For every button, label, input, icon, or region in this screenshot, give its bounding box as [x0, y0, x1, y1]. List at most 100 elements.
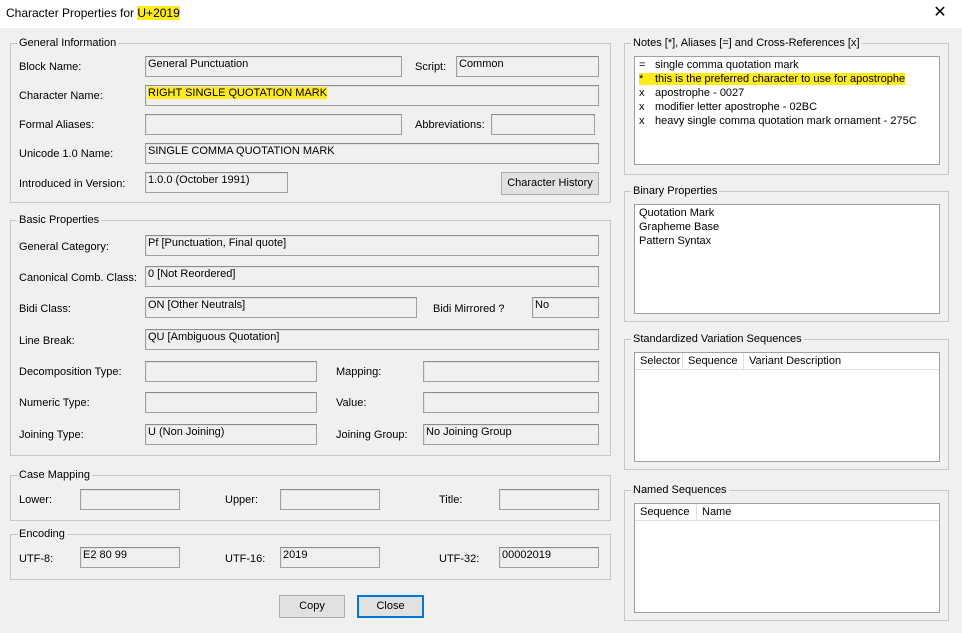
- named-sequences-group: Named Sequences Sequence Name: [624, 484, 949, 621]
- canonical-class-field[interactable]: 0 [Not Reordered]: [145, 266, 599, 287]
- note-text: single comma quotation mark: [655, 59, 799, 71]
- close-button[interactable]: Close: [357, 595, 424, 618]
- list-item[interactable]: Grapheme Base: [639, 221, 719, 233]
- note-text: this is the preferred character to use f…: [655, 73, 906, 85]
- character-name-value: RIGHT SINGLE QUOTATION MARK: [148, 87, 328, 99]
- svs-list[interactable]: Selector Sequence Variant Description: [634, 352, 940, 462]
- lower-label: Lower:: [19, 494, 53, 506]
- list-item[interactable]: Quotation Mark: [639, 207, 714, 219]
- note-item[interactable]: = single comma quotation mark: [639, 59, 799, 71]
- utf32-field[interactable]: 00002019: [499, 547, 599, 568]
- bidi-mirrored-label: Bidi Mirrored ?: [433, 303, 505, 315]
- introduced-version-field[interactable]: 1.0.0 (October 1991): [145, 172, 288, 193]
- column-header-sequence[interactable]: Sequence: [635, 504, 697, 521]
- value-field[interactable]: [423, 392, 599, 413]
- svs-legend: Standardized Variation Sequences: [631, 333, 804, 345]
- numeric-type-label: Numeric Type:: [19, 397, 90, 409]
- joining-group-label: Joining Group:: [336, 429, 408, 441]
- note-item[interactable]: x modifier letter apostrophe - 02BC: [639, 101, 817, 113]
- note-mark: x: [639, 101, 645, 113]
- encoding-group: Encoding UTF-8: E2 80 99 UTF-16: 2019 UT…: [10, 528, 611, 580]
- note-item[interactable]: x apostrophe - 0027: [639, 87, 744, 99]
- title-prefix: Character Properties for: [6, 6, 138, 20]
- script-field[interactable]: Common: [456, 56, 599, 77]
- case-mapping-group: Case Mapping Lower: Upper: Title:: [10, 469, 611, 521]
- formal-aliases-label: Formal Aliases:: [19, 119, 95, 131]
- note-text: modifier letter apostrophe - 02BC: [655, 101, 818, 113]
- note-text: apostrophe - 0027: [655, 87, 745, 99]
- introduced-version-label: Introduced in Version:: [19, 178, 126, 190]
- upper-field[interactable]: [280, 489, 380, 510]
- column-header-sequence[interactable]: Sequence: [683, 353, 744, 370]
- note-mark: x: [639, 87, 645, 99]
- note-item[interactable]: x heavy single comma quotation mark ornam…: [639, 115, 917, 127]
- bidi-class-label: Bidi Class:: [19, 303, 71, 315]
- bidi-class-field[interactable]: ON [Other Neutrals]: [145, 297, 417, 318]
- character-name-label: Character Name:: [19, 90, 103, 102]
- basic-properties-legend: Basic Properties: [17, 214, 102, 226]
- mapping-field[interactable]: [423, 361, 599, 382]
- numeric-type-field[interactable]: [145, 392, 317, 413]
- title-code: U+2019: [137, 6, 180, 20]
- line-break-label: Line Break:: [19, 335, 75, 347]
- case-mapping-legend: Case Mapping: [17, 469, 92, 481]
- close-icon[interactable]: ✕: [928, 3, 952, 23]
- upper-label: Upper:: [225, 494, 259, 506]
- notes-legend: Notes [*], Aliases [=] and Cross-Referen…: [631, 37, 862, 49]
- note-mark: x: [639, 115, 645, 127]
- title-bar: Character Properties for U+2019 ✕: [0, 0, 962, 28]
- lower-field[interactable]: [80, 489, 180, 510]
- notes-list[interactable]: = single comma quotation mark * this is th…: [634, 56, 940, 165]
- abbreviations-field[interactable]: [491, 114, 595, 135]
- encoding-legend: Encoding: [17, 528, 67, 540]
- binary-properties-legend: Binary Properties: [631, 185, 720, 197]
- abbreviations-label: Abbreviations:: [415, 119, 485, 131]
- named-sequences-list[interactable]: Sequence Name: [634, 503, 940, 613]
- joining-type-field[interactable]: U (Non Joining): [145, 424, 317, 445]
- list-item[interactable]: Pattern Syntax: [639, 235, 711, 247]
- column-header-name[interactable]: Name: [697, 504, 939, 521]
- note-text: heavy single comma quotation mark orname…: [655, 115, 917, 127]
- formal-aliases-field[interactable]: [145, 114, 402, 135]
- canonical-class-label: Canonical Comb. Class:: [19, 272, 137, 284]
- binary-properties-list[interactable]: Quotation Mark Grapheme Base Pattern Syn…: [634, 204, 940, 314]
- bidi-mirrored-field[interactable]: No: [532, 297, 599, 318]
- note-item[interactable]: * this is the preferred character to use …: [639, 73, 906, 85]
- utf16-field[interactable]: 2019: [280, 547, 380, 568]
- general-category-field[interactable]: Pf [Punctuation, Final quote]: [145, 235, 599, 256]
- named-sequences-legend: Named Sequences: [631, 484, 729, 496]
- line-break-field[interactable]: QU [Ambiguous Quotation]: [145, 329, 599, 350]
- window-title: Character Properties for U+2019: [6, 6, 180, 20]
- block-name-field[interactable]: General Punctuation: [145, 56, 402, 77]
- utf8-label: UTF-8:: [19, 553, 54, 565]
- general-information-legend: General Information: [17, 37, 119, 49]
- svs-group: Standardized Variation Sequences Selecto…: [624, 333, 949, 470]
- decomposition-type-field[interactable]: [145, 361, 317, 382]
- mapping-label: Mapping:: [336, 366, 382, 378]
- basic-properties-group: Basic Properties General Category: Pf [P…: [10, 214, 611, 456]
- decomposition-type-label: Decomposition Type:: [19, 366, 122, 378]
- title-field[interactable]: [499, 489, 599, 510]
- block-name-label: Block Name:: [19, 61, 82, 73]
- general-information-group: General Information Block Name: General …: [10, 37, 611, 203]
- value-label: Value:: [336, 397, 367, 409]
- unicode1-name-label: Unicode 1.0 Name:: [19, 148, 114, 160]
- utf32-label: UTF-32:: [439, 553, 480, 565]
- general-category-label: General Category:: [19, 241, 109, 253]
- column-header-selector[interactable]: Selector: [635, 353, 683, 370]
- notes-group: Notes [*], Aliases [=] and Cross-Referen…: [624, 37, 949, 175]
- unicode1-name-field[interactable]: SINGLE COMMA QUOTATION MARK: [145, 143, 599, 164]
- note-mark: =: [639, 59, 646, 71]
- note-mark: *: [639, 73, 655, 85]
- joining-type-label: Joining Type:: [19, 429, 84, 441]
- column-header-variant-description[interactable]: Variant Description: [744, 353, 939, 370]
- character-history-button[interactable]: Character History: [501, 172, 599, 195]
- utf16-label: UTF-16:: [225, 553, 266, 565]
- title-label: Title:: [439, 494, 463, 506]
- copy-button[interactable]: Copy: [279, 595, 345, 618]
- utf8-field[interactable]: E2 80 99: [80, 547, 180, 568]
- binary-properties-group: Binary Properties Quotation Mark Graphem…: [624, 185, 949, 322]
- character-name-field[interactable]: RIGHT SINGLE QUOTATION MARK: [145, 85, 599, 106]
- script-label: Script:: [415, 61, 447, 73]
- joining-group-field[interactable]: No Joining Group: [423, 424, 599, 445]
